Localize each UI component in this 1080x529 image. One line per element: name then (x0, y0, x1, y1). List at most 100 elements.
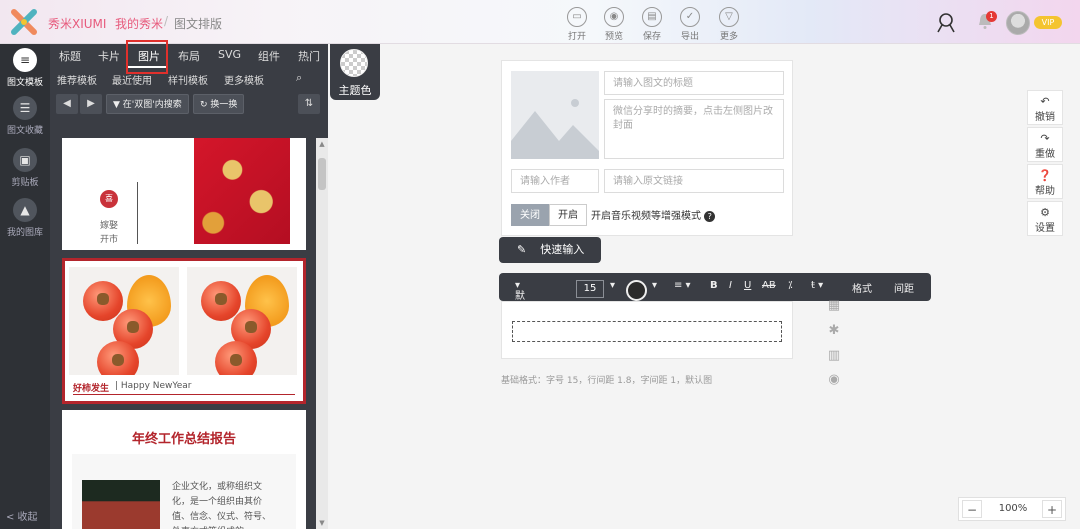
running-track-image (82, 480, 160, 529)
redo-button[interactable]: ↷ 重做 (1027, 127, 1063, 162)
font-family-select[interactable]: 默认字体 ▾ (515, 280, 525, 347)
save-button[interactable]: ▤ 保存 (632, 7, 672, 42)
template-card[interactable]: 年终工作总结报告 企业文化，或称组织文化，是一个组织由其价值、信念、仪式、符号、… (62, 410, 306, 529)
summary-input[interactable]: 微信分享时的摘要，点击左侧图片改封面 (604, 99, 784, 159)
tab-more-templates[interactable]: 更多模板 (224, 72, 264, 87)
tab-sample[interactable]: 样刊模板 (168, 72, 208, 87)
embroidery-image (194, 138, 290, 244)
help-label: 帮助 (1035, 186, 1055, 197)
author-input[interactable]: 请输入作者 (511, 169, 599, 193)
vip-badge[interactable]: VIP (1034, 16, 1062, 29)
spacing-button[interactable]: 间距 (894, 280, 914, 295)
more-button[interactable]: ▽ 更多 (709, 7, 749, 42)
nav-current-page: 图文排版 (174, 17, 223, 31)
redo-label: 重做 (1035, 149, 1055, 160)
font-size-input[interactable]: 15 (576, 280, 604, 298)
source-link-input[interactable]: 请输入原文链接 (604, 169, 784, 193)
avatar[interactable] (1006, 11, 1030, 35)
card-text: 嫁娶 (100, 221, 119, 231)
cover-image-placeholder[interactable] (511, 71, 599, 159)
template-card-selected[interactable]: 好柿发生 | Happy NewYear (62, 258, 306, 404)
xiumi-logo-icon[interactable] (10, 8, 38, 36)
align-icon[interactable]: ≡ ▾ (674, 280, 691, 291)
forward-button[interactable]: ▶ (80, 94, 102, 114)
tab-svg[interactable]: SVG (218, 48, 241, 61)
tab-title[interactable]: 标题 (59, 48, 81, 64)
chart-icon[interactable]: ▥ (826, 348, 842, 363)
help-button[interactable]: ❓ 帮助 (1027, 164, 1063, 199)
clear-format-icon[interactable]: ⁒ (788, 280, 793, 291)
filter-search-button[interactable]: ▼ 在'双图'内搜索 (106, 94, 189, 114)
customer-service-icon[interactable] (934, 10, 958, 34)
tab-recent[interactable]: 最近使用 (112, 72, 152, 87)
sidebar-item-clipboard[interactable]: ▣ 剪贴板 (0, 148, 50, 188)
font-size-dropdown-icon[interactable]: ▾ (610, 280, 615, 291)
quick-input-button[interactable]: ✎ 快速输入 (499, 237, 601, 263)
tab-layout[interactable]: 布局 (178, 48, 200, 64)
title-input[interactable]: 请输入图文的标题 (604, 71, 784, 95)
scroll-up-icon[interactable]: ▲ (318, 140, 326, 148)
sort-button[interactable]: ⇅ (298, 94, 320, 114)
sidebar-item-gallery[interactable]: ▲ 我的图库 (0, 198, 50, 238)
panel-scrollbar[interactable]: ▲ ▼ (316, 138, 328, 529)
theme-color-button[interactable]: 主题色 (330, 44, 380, 100)
undo-icon: ↶ (1040, 95, 1050, 108)
text-style-icon[interactable]: ŧ ▾ (811, 280, 823, 291)
strikethrough-button[interactable]: AB (762, 280, 776, 291)
tab-recommended[interactable]: 推荐模板 (57, 72, 97, 87)
grid-icon[interactable]: ▦ (826, 298, 842, 313)
tab-card[interactable]: 卡片 (98, 48, 120, 64)
card-title: 年终工作总结报告 (131, 432, 236, 447)
checker-icon (340, 49, 368, 77)
preview-icon: ◉ (604, 7, 624, 27)
sidebar-item-collect[interactable]: ☰ 图文收藏 (0, 96, 50, 136)
export-button[interactable]: ✓ 导出 (670, 7, 710, 42)
left-sidebar: ≡ 图文模板 ☰ 图文收藏 ▣ 剪贴板 ▲ 我的图库 < 收起 (0, 44, 50, 529)
italic-button[interactable]: I (729, 280, 732, 291)
text-color-picker[interactable] (626, 280, 647, 301)
help-icon[interactable]: ? (704, 211, 716, 222)
nav-separator: / (164, 14, 169, 28)
sidebar-item-label: 我的图库 (6, 228, 43, 238)
gear-icon: ⚙ (1040, 206, 1050, 219)
format-button[interactable]: 格式 (852, 280, 872, 295)
bold-button[interactable]: B (710, 280, 718, 291)
color-dropdown-icon[interactable]: ▾ (652, 280, 657, 291)
more-label: 更多 (719, 32, 738, 42)
enhance-off-button[interactable]: 关闭 (511, 204, 549, 226)
preview-button[interactable]: ◉ 预览 (594, 7, 634, 42)
content-input-area[interactable] (512, 321, 782, 342)
article-meta-card: 请输入图文的标题 微信分享时的摘要，点击左侧图片改封面 请输入作者 请输入原文链… (501, 60, 793, 236)
sidebar-item-templates[interactable]: ≡ 图文模板 (0, 48, 50, 88)
persimmon-image (69, 267, 179, 375)
undo-button[interactable]: ↶ 撤销 (1027, 90, 1063, 125)
brand-name[interactable]: 秀米XIUMI (48, 15, 106, 32)
settings-button[interactable]: ⚙ 设置 (1027, 201, 1063, 236)
template-card[interactable]: 喜 嫁娶 开市 (62, 138, 306, 250)
swap-button[interactable]: ↻ 换一换 (193, 94, 245, 114)
tab-component[interactable]: 组件 (258, 48, 280, 64)
asterisk-icon[interactable]: ✱ (826, 323, 842, 338)
search-icon[interactable]: ⌕ (296, 71, 302, 85)
help-icon: ❓ (1038, 169, 1052, 182)
underline-button[interactable]: U (744, 280, 751, 291)
eye-icon[interactable]: ◉ (826, 372, 842, 387)
nav-my-xiumi[interactable]: 我的秀米 (115, 15, 163, 32)
refresh-icon: ↻ (200, 100, 211, 110)
swap-label: 换一换 (210, 100, 238, 110)
scroll-down-icon[interactable]: ▼ (318, 519, 326, 527)
content-editor (501, 301, 793, 359)
format-toolbar: 默认字体 ▾ 15 ▾ ▾ ≡ ▾ B I U AB ⁒ ŧ ▾ 格式 间距 (499, 273, 931, 347)
scrollbar-thumb[interactable] (318, 158, 326, 190)
collapse-button[interactable]: < 收起 (6, 508, 38, 523)
enhance-on-button[interactable]: 开启 (549, 204, 587, 226)
folder-icon: ▭ (567, 7, 587, 27)
save-label: 保存 (642, 32, 661, 42)
zoom-out-button[interactable]: − (962, 500, 982, 518)
back-button[interactable]: ◀ (56, 94, 78, 114)
zoom-in-button[interactable]: + (1042, 500, 1062, 518)
card-caption-title: 好柿发生 (73, 384, 110, 394)
sidebar-item-label: 图文模板 (6, 78, 43, 88)
tab-hot[interactable]: 热门 (298, 48, 320, 64)
open-button[interactable]: ▭ 打开 (557, 7, 597, 42)
